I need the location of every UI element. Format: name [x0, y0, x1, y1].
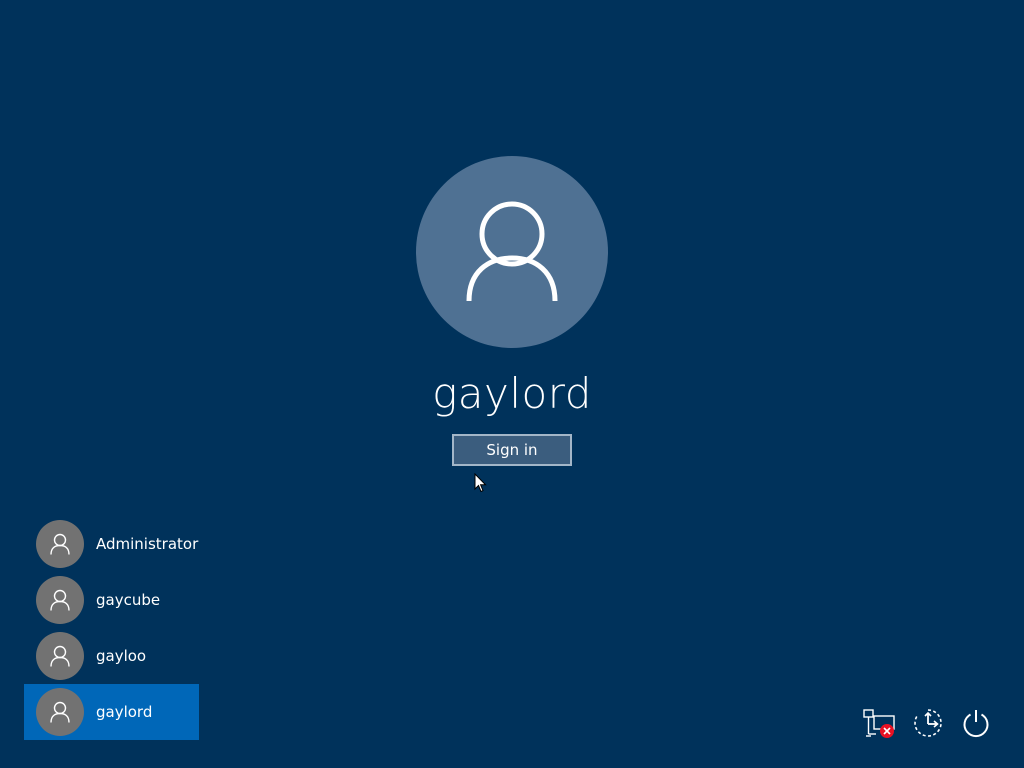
ease-of-access-icon [914, 709, 942, 737]
user-avatar [36, 688, 84, 736]
network-disconnected-icon [863, 709, 895, 738]
mouse-pointer-icon [474, 473, 487, 493]
user-item-administrator[interactable]: Administrator [24, 516, 199, 572]
user-icon [50, 589, 70, 611]
user-item-label: gayloo [96, 647, 147, 665]
user-item-label: Administrator [96, 535, 199, 553]
user-item-gaycube[interactable]: gaycube [24, 572, 199, 628]
user-switcher-list: Administrator gaycube gayloo gaylord [24, 516, 199, 740]
user-avatar-large [416, 156, 608, 348]
sign-in-button[interactable]: Sign in [452, 434, 572, 466]
network-button[interactable] [862, 705, 898, 741]
power-icon [963, 710, 989, 738]
user-avatar [36, 576, 84, 624]
user-avatar [36, 520, 84, 568]
power-button[interactable] [958, 705, 994, 741]
user-icon [50, 645, 70, 667]
user-icon [50, 533, 70, 555]
current-username: gaylord [432, 369, 592, 418]
user-icon [466, 201, 558, 302]
user-item-gaylord[interactable]: gaylord [24, 684, 199, 740]
user-avatar [36, 632, 84, 680]
user-icon [50, 701, 70, 723]
lock-screen: gaylord Sign in Administrator gaycube ga… [0, 0, 1024, 768]
user-item-gayloo[interactable]: gayloo [24, 628, 199, 684]
ease-of-access-button[interactable] [910, 705, 946, 741]
user-item-label: gaycube [96, 591, 161, 609]
user-item-label: gaylord [96, 703, 153, 721]
